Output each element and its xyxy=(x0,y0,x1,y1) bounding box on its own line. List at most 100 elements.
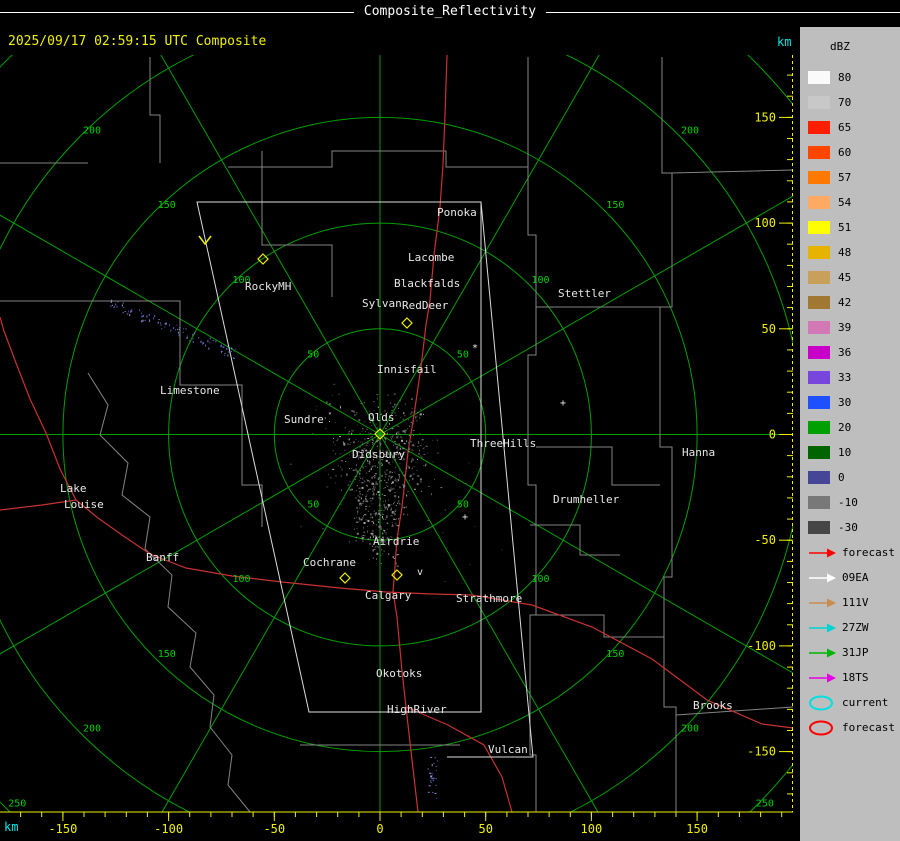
x-axis-tick-label: -100 xyxy=(154,822,183,836)
colorbar-value: 48 xyxy=(838,246,852,259)
colorbar-entry: 48 xyxy=(800,240,900,265)
city-label: Vulcan xyxy=(488,743,528,756)
x-axis-tick-label: 0 xyxy=(376,822,383,836)
unit-label-top: km xyxy=(777,35,792,49)
svg-text:200: 200 xyxy=(681,724,699,735)
cell-ellipse-icon xyxy=(809,695,833,710)
y-axis-tick-label: 0 xyxy=(769,428,776,442)
timestamp-label: 2025/09/17 02:59:15 UTC Composite xyxy=(8,34,267,49)
radar-map[interactable]: 50 100 150 200 50 100 150 200 50 100 150 200 250 50 10… xyxy=(0,55,795,841)
colorbar-value: 30 xyxy=(838,396,852,409)
city-label: Lake xyxy=(60,482,87,495)
svg-text:200: 200 xyxy=(681,126,699,137)
colorbar-entry: 45 xyxy=(800,265,900,290)
colorbar-value: 54 xyxy=(838,196,852,209)
legend-label: 18TS xyxy=(842,671,869,684)
legend-item: 09EA xyxy=(800,565,900,590)
city-label: Airdrie xyxy=(373,535,419,548)
colorbar-entry: 57 xyxy=(800,165,900,190)
colorbar-entry: 0 xyxy=(800,465,900,490)
colorbar-entry: 51 xyxy=(800,215,900,240)
colorbar-entry: 80 xyxy=(800,65,900,90)
svg-text:200: 200 xyxy=(83,126,101,137)
city-label: Brooks xyxy=(693,699,733,712)
colorbar-swatch xyxy=(808,196,830,209)
colorbar-value: 39 xyxy=(838,321,852,334)
legend-item: 27ZW xyxy=(800,615,900,640)
city-label: Innisfail xyxy=(377,363,437,376)
city-label: Sylvan xyxy=(362,297,402,310)
colorbar-entry: -10 xyxy=(800,490,900,515)
city-label: Stettler xyxy=(558,287,611,300)
legend-label: 09EA xyxy=(842,571,869,584)
point-marker: v xyxy=(417,567,423,578)
colorbar-value: 10 xyxy=(838,446,852,459)
colorbar-entry: 30 xyxy=(800,390,900,415)
legend-item: 111V xyxy=(800,590,900,615)
legend-label: forecast xyxy=(842,546,895,559)
colorbar-swatch xyxy=(808,471,830,484)
city-label: Cochrane xyxy=(303,556,356,569)
y-axis-tick-label: -50 xyxy=(754,533,776,547)
svg-text:50: 50 xyxy=(307,350,319,361)
colorbar-swatch xyxy=(808,371,830,384)
colorbar-swatch xyxy=(808,421,830,434)
axes: -150 -100 -50 0 50 100 150 150 100 50 0 -50 -100 -150… xyxy=(0,55,793,836)
colorbar-entry: 36 xyxy=(800,340,900,365)
city-label: RedDeer xyxy=(402,299,449,312)
colorbar-entry: 60 xyxy=(800,140,900,165)
legend-label: current xyxy=(842,696,889,709)
colorbar-swatch xyxy=(808,521,830,534)
svg-text:200: 200 xyxy=(83,724,101,735)
svg-text:100: 100 xyxy=(532,574,550,585)
colorbar: 80 70 65 60 57 54 51 48 45 42 39 36 33 30 20 10 0 -10 -30 f… xyxy=(800,65,900,740)
y-axis-tick-label: 100 xyxy=(754,216,776,230)
city-label: Limestone xyxy=(160,384,220,397)
city-label: Ponoka xyxy=(437,206,477,219)
track-arrow-icon xyxy=(809,548,836,557)
colorbar-swatch xyxy=(808,146,830,159)
point-marker: * xyxy=(472,343,478,354)
svg-text:150: 150 xyxy=(158,200,176,211)
svg-text:100: 100 xyxy=(233,574,251,585)
city-label: Olds xyxy=(368,411,395,424)
x-axis-tick-label: 100 xyxy=(581,822,603,836)
colorbar-value: 42 xyxy=(838,296,852,309)
city-label: Louise xyxy=(64,498,104,511)
track-arrow-icon xyxy=(809,598,836,607)
colorbar-value: 51 xyxy=(838,221,852,234)
legend-item: 31JP xyxy=(800,640,900,665)
colorbar-swatch xyxy=(808,71,830,84)
x-axis-tick-label: 150 xyxy=(686,822,708,836)
x-axis-tick-label: 50 xyxy=(478,822,492,836)
city-label: Drumheller xyxy=(553,493,620,506)
y-axis-tick-label: 150 xyxy=(754,110,776,124)
legend-label: forecast xyxy=(842,721,895,734)
city-label: Calgary xyxy=(365,589,412,602)
colorbar-swatch xyxy=(808,246,830,259)
colorbar-value: 0 xyxy=(838,471,845,484)
colorbar-value: -30 xyxy=(838,521,858,534)
colorbar-value: 36 xyxy=(838,346,852,359)
svg-text:250: 250 xyxy=(756,798,774,809)
radar-station-marker xyxy=(339,572,351,584)
svg-text:50: 50 xyxy=(457,350,469,361)
track-arrow-icon xyxy=(809,623,836,632)
colorbar-swatch xyxy=(808,496,830,509)
svg-text:250: 250 xyxy=(8,798,26,809)
city-label: Sundre xyxy=(284,413,324,426)
cell-ellipse-icon xyxy=(809,720,833,735)
city-label: Banff xyxy=(146,551,179,564)
title-bar: Composite_Reflectivity xyxy=(0,0,900,26)
colorbar-value: 70 xyxy=(838,96,852,109)
legend-panel: dBZ 80 70 65 60 57 54 51 48 45 42 39 36 33 30 20 10 0 -10… xyxy=(800,27,900,841)
colorbar-entry: -30 xyxy=(800,515,900,540)
window-title: Composite_Reflectivity xyxy=(353,4,547,19)
track-arrow-icon xyxy=(809,673,836,682)
colorbar-value: 65 xyxy=(838,121,852,134)
city-label: HighRiver xyxy=(387,703,447,716)
colorbar-value: 20 xyxy=(838,421,852,434)
colorbar-value: 60 xyxy=(838,146,852,159)
legend-item: forecast xyxy=(800,715,900,740)
colorbar-value: -10 xyxy=(838,496,858,509)
